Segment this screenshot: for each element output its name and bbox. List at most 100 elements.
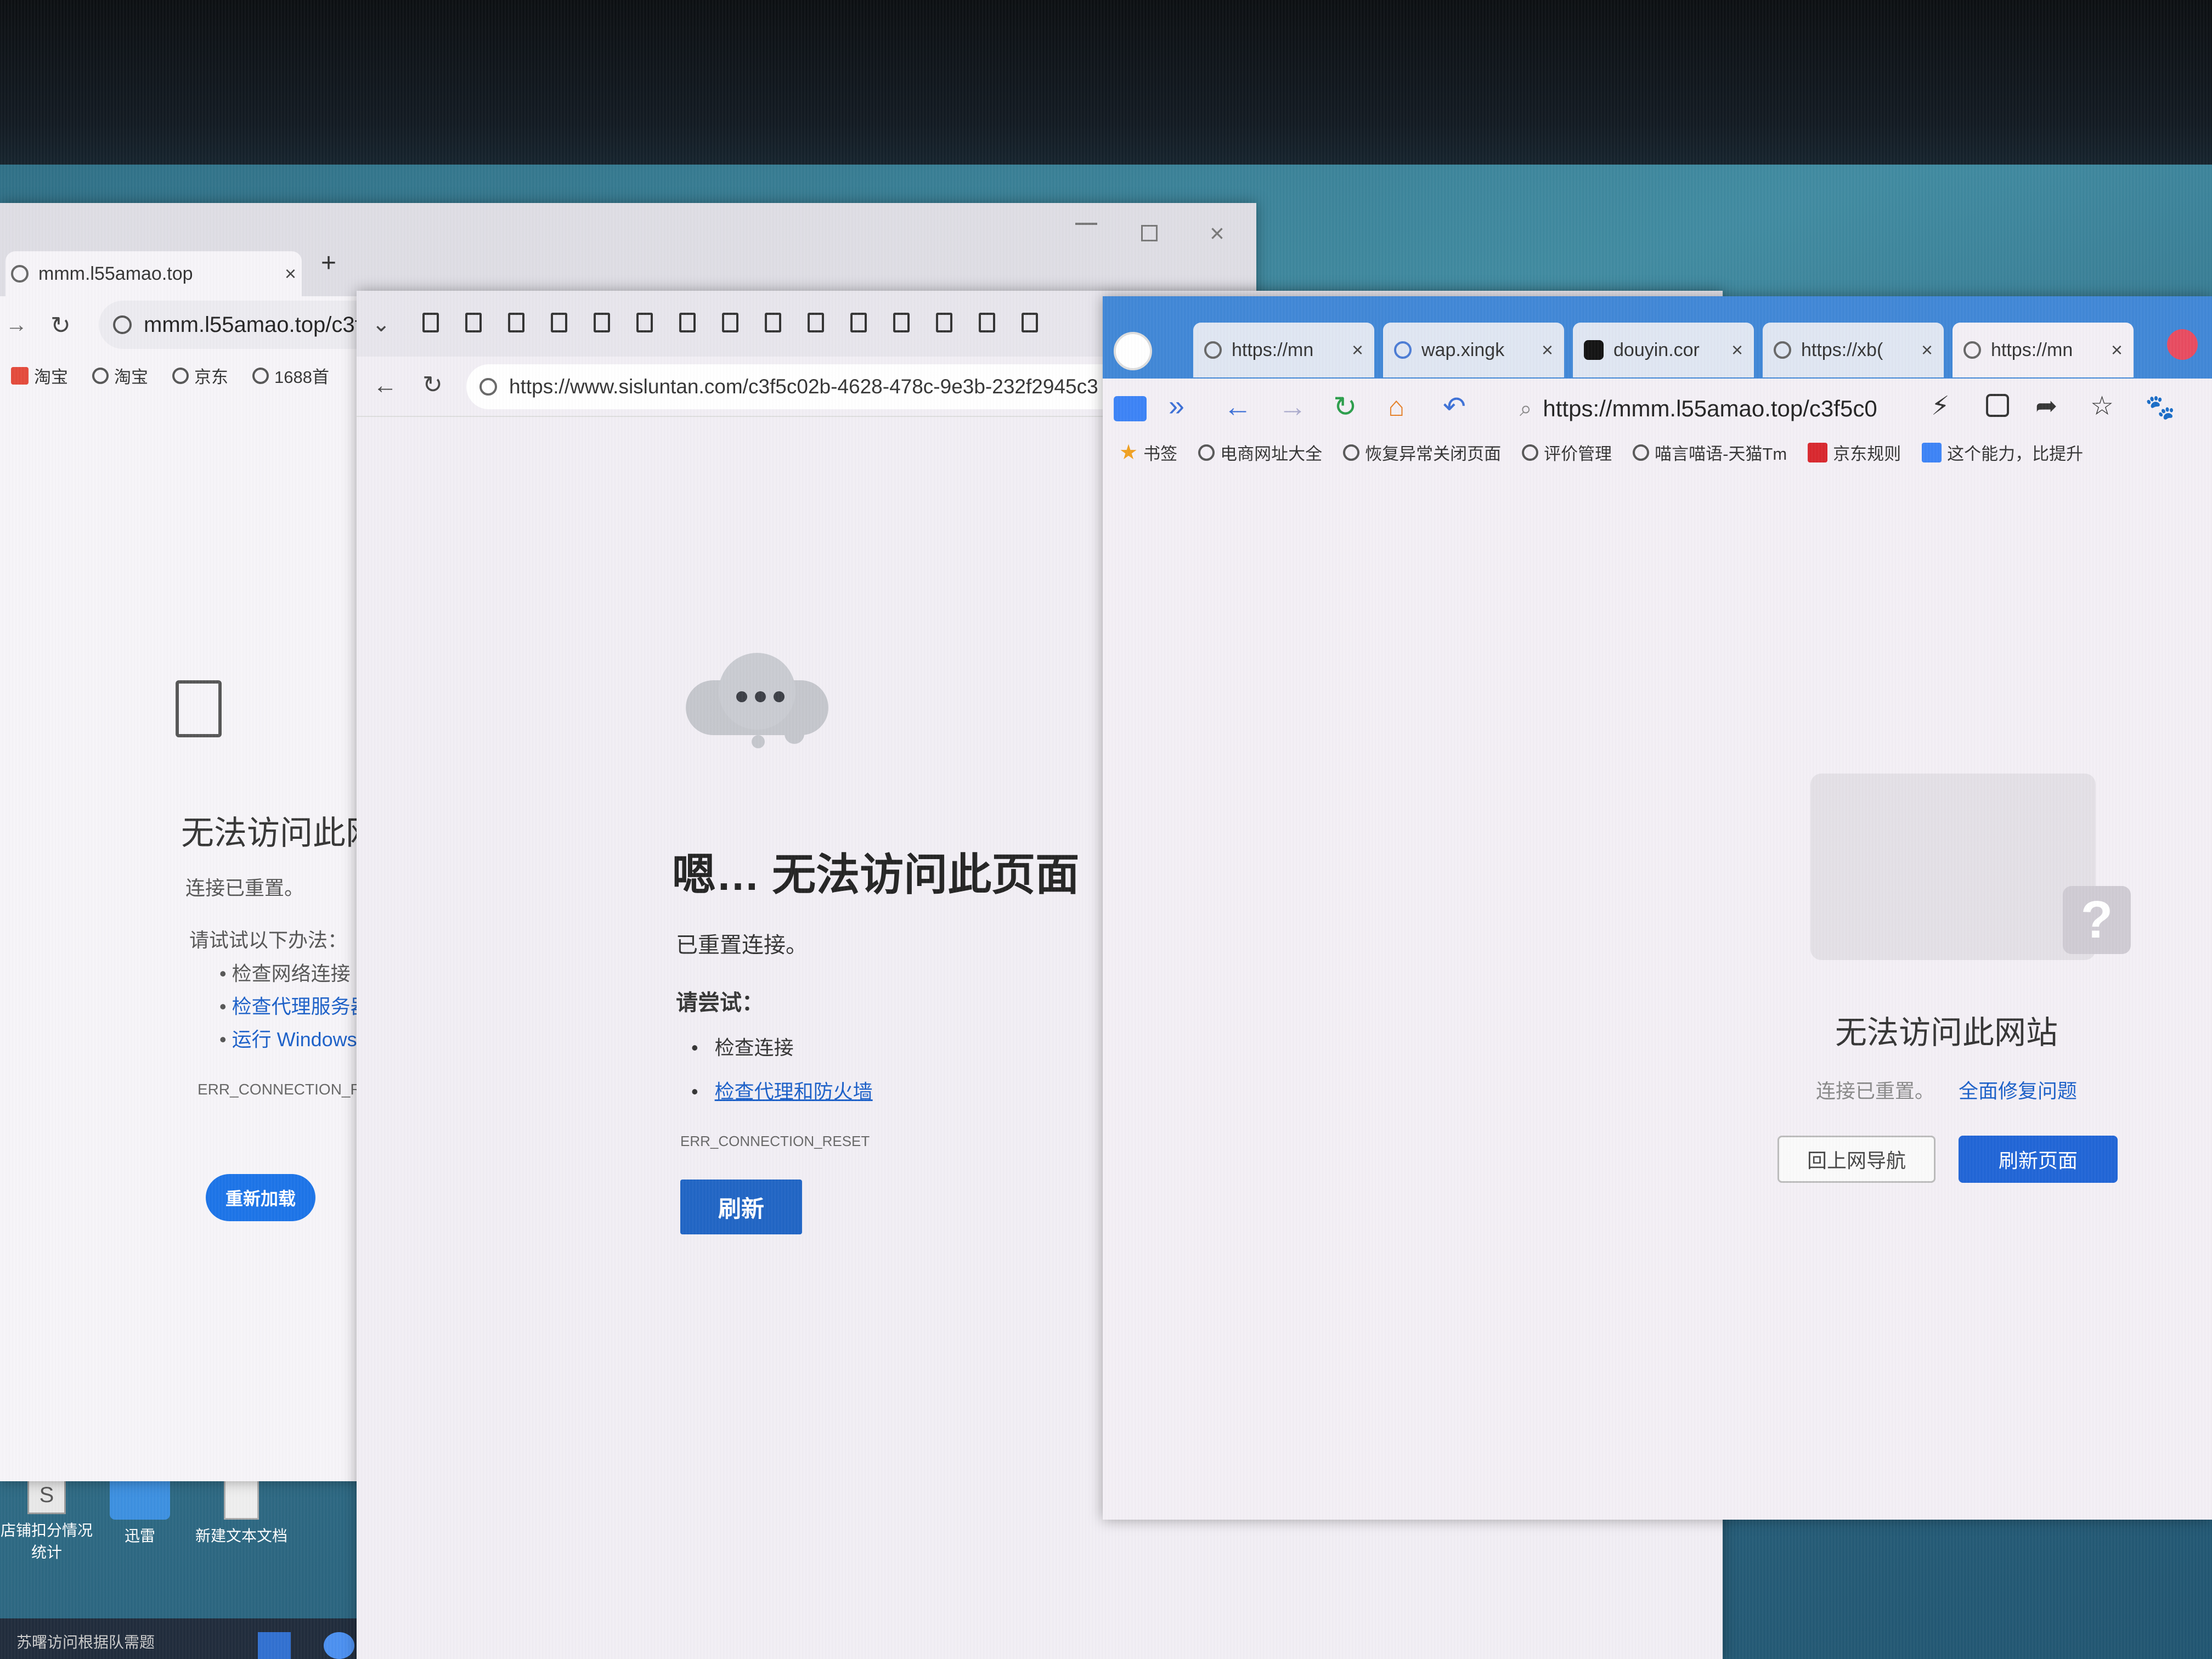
jd-icon <box>1808 442 1828 462</box>
lightning-icon[interactable]: ⚡ <box>1931 391 1950 421</box>
tab-document-icon[interactable] <box>722 313 738 332</box>
xunlei-bird-icon <box>110 1476 170 1520</box>
search-icon: ⌕ <box>1520 396 1532 421</box>
double-chevron-icon[interactable]: » <box>1169 390 1184 422</box>
tab-active[interactable]: https://mn × <box>1953 323 2134 377</box>
bookmark-item[interactable]: 京东规则 <box>1808 440 1901 465</box>
refresh-button[interactable]: 刷新 <box>680 1180 802 1234</box>
globe-icon <box>1198 444 1215 461</box>
globe-icon <box>1343 444 1360 461</box>
forward-icon[interactable]: → <box>5 313 27 337</box>
globe-icon <box>1774 341 1791 359</box>
desktop-icon-xunlei[interactable]: 迅雷 <box>99 1476 181 1546</box>
tab-title: mmm.l55amao.top <box>38 263 193 284</box>
reload-icon[interactable]: ↻ <box>1333 391 1357 424</box>
tab-document-icon[interactable] <box>765 313 781 332</box>
desktop-icon-shop-stats[interactable]: S 店铺扣分情况统计 <box>0 1476 93 1562</box>
address-text: https://www.sisluntan.com/c3f5c02b-4628-… <box>509 375 1098 398</box>
sidebar-toggle-icon[interactable] <box>1114 396 1147 421</box>
address-bar[interactable]: ⌕ https://mmm.l55amao.top/c3f5c0 <box>1520 385 1915 432</box>
try-label: 请试试以下办法： <box>189 929 348 951</box>
error-title: 嗯… 无法访问此页面 <box>672 850 1080 899</box>
xingk-icon <box>1394 341 1412 359</box>
tab[interactable]: https://mn × <box>1193 323 1374 377</box>
home-icon[interactable]: ⌂ <box>1388 391 1404 422</box>
reload-button[interactable]: 重新加载 <box>206 1174 315 1221</box>
maximize-icon[interactable] <box>1141 225 1158 241</box>
forward-icon[interactable]: → <box>1278 391 1307 424</box>
tab-active[interactable]: mmm.l55amao.top × <box>5 251 302 296</box>
tab[interactable]: douyin.cor × <box>1573 323 1754 377</box>
bookmark-taobao[interactable]: 淘宝 <box>11 363 68 388</box>
reload-icon[interactable]: ↻ <box>50 312 71 340</box>
minimize-icon[interactable] <box>1075 223 1097 225</box>
bookmark-item[interactable]: 这个能力，比提升 <box>1922 440 2083 465</box>
close-icon[interactable]: × <box>1352 338 1363 362</box>
bookmark-item[interactable]: 电商网址大全 <box>1198 440 1322 465</box>
close-icon[interactable]: × <box>1542 338 1553 362</box>
tab-document-icon[interactable] <box>465 313 482 332</box>
tab-document-icon[interactable] <box>636 313 653 332</box>
try-label: 请尝试： <box>676 991 764 1015</box>
bookmark-item[interactable]: 恢复异常关闭页面 <box>1343 440 1501 465</box>
bookmark-item[interactable]: 喵言喵语-天猫Tm <box>1633 440 1787 465</box>
refresh-page-button[interactable]: 刷新页面 <box>1959 1136 2118 1183</box>
tab-document-icon[interactable] <box>594 313 610 332</box>
tab[interactable]: wap.xingk × <box>1383 323 1564 377</box>
cloud-icon <box>686 653 828 748</box>
avatar[interactable] <box>1114 332 1152 370</box>
globe-icon <box>1204 341 1222 359</box>
tab-document-icon[interactable] <box>850 313 867 332</box>
suggestion-item[interactable]: • 检查代理和防火墙 <box>691 1070 873 1114</box>
taskbar-app-icon[interactable] <box>324 1632 354 1659</box>
close-window-icon[interactable]: × <box>1210 218 1224 248</box>
tab-document-icon[interactable] <box>508 313 524 332</box>
tab-document-icon[interactable] <box>679 313 696 332</box>
taskbar-search-text[interactable]: 苏曙访问根据队需题 <box>16 1630 155 1652</box>
undo-icon[interactable]: ↶ <box>1443 391 1466 422</box>
share-icon[interactable]: ➦ <box>2035 391 2057 421</box>
tab-document-icon[interactable] <box>551 313 567 332</box>
new-tab-button[interactable]: + <box>321 248 336 278</box>
taobao-icon <box>11 366 29 385</box>
bookmark-item[interactable]: 评价管理 <box>1522 440 1612 465</box>
error-subtitle: 连接已重置。 <box>185 877 304 899</box>
tab-document-icon[interactable] <box>422 313 439 332</box>
star-icon: ★ <box>1119 441 1138 464</box>
toolbar: » ← → ↻ ⌂ ↶ ⌕ https://mmm.l55amao.top/c3… <box>1103 379 2212 439</box>
close-icon[interactable]: × <box>1731 338 1743 362</box>
tab[interactable]: https://xb(× <box>1763 323 1944 377</box>
tab-document-icon[interactable] <box>979 313 995 332</box>
question-icon: ? <box>2063 886 2131 954</box>
back-to-nav-button[interactable]: 回上网导航 <box>1778 1136 1936 1183</box>
suggestion-item: • 检查连接 <box>691 1036 794 1059</box>
desktop-icon-new-text[interactable]: 新建文本文档 <box>187 1476 296 1546</box>
document-icon: S <box>27 1476 66 1514</box>
close-icon[interactable]: × <box>285 262 296 285</box>
chevron-down-icon[interactable]: ⌄ <box>372 312 391 337</box>
info-icon <box>113 315 132 334</box>
bookmark-taobao-2[interactable]: 淘宝 <box>92 363 148 388</box>
error-title: 无法访问此网 <box>181 815 379 851</box>
bookmark-folder[interactable]: ★ 书签 <box>1119 440 1177 465</box>
tab-document-icon[interactable] <box>808 313 824 332</box>
tab-document-icon[interactable] <box>1022 313 1038 332</box>
suggestion-list: • 检查连接 • 检查代理和防火墙 <box>691 1026 873 1114</box>
error-subtitle: 已重置连接。 <box>676 933 808 957</box>
back-icon[interactable]: ← <box>373 372 397 399</box>
sad-page-icon <box>176 680 222 737</box>
bookmark-jd[interactable]: 京东 <box>172 363 228 388</box>
star-icon[interactable]: ☆ <box>2090 391 2114 421</box>
back-icon[interactable]: ← <box>1223 391 1252 424</box>
close-icon[interactable]: × <box>2111 338 2123 362</box>
extension-icon[interactable] <box>1986 394 2009 417</box>
tab-document-icon[interactable] <box>893 313 910 332</box>
tab-document-icon[interactable] <box>936 313 952 332</box>
fix-problems-link[interactable]: 全面修复问题 <box>1959 1075 2077 1104</box>
paw-icon[interactable]: 🐾 <box>2145 393 2175 421</box>
taskbar-app-icon[interactable] <box>258 1632 291 1659</box>
record-icon[interactable] <box>2167 329 2198 360</box>
bookmark-1688[interactable]: 1688首 <box>252 363 329 388</box>
close-icon[interactable]: × <box>1921 338 1933 362</box>
reload-icon[interactable]: ↻ <box>422 371 443 399</box>
